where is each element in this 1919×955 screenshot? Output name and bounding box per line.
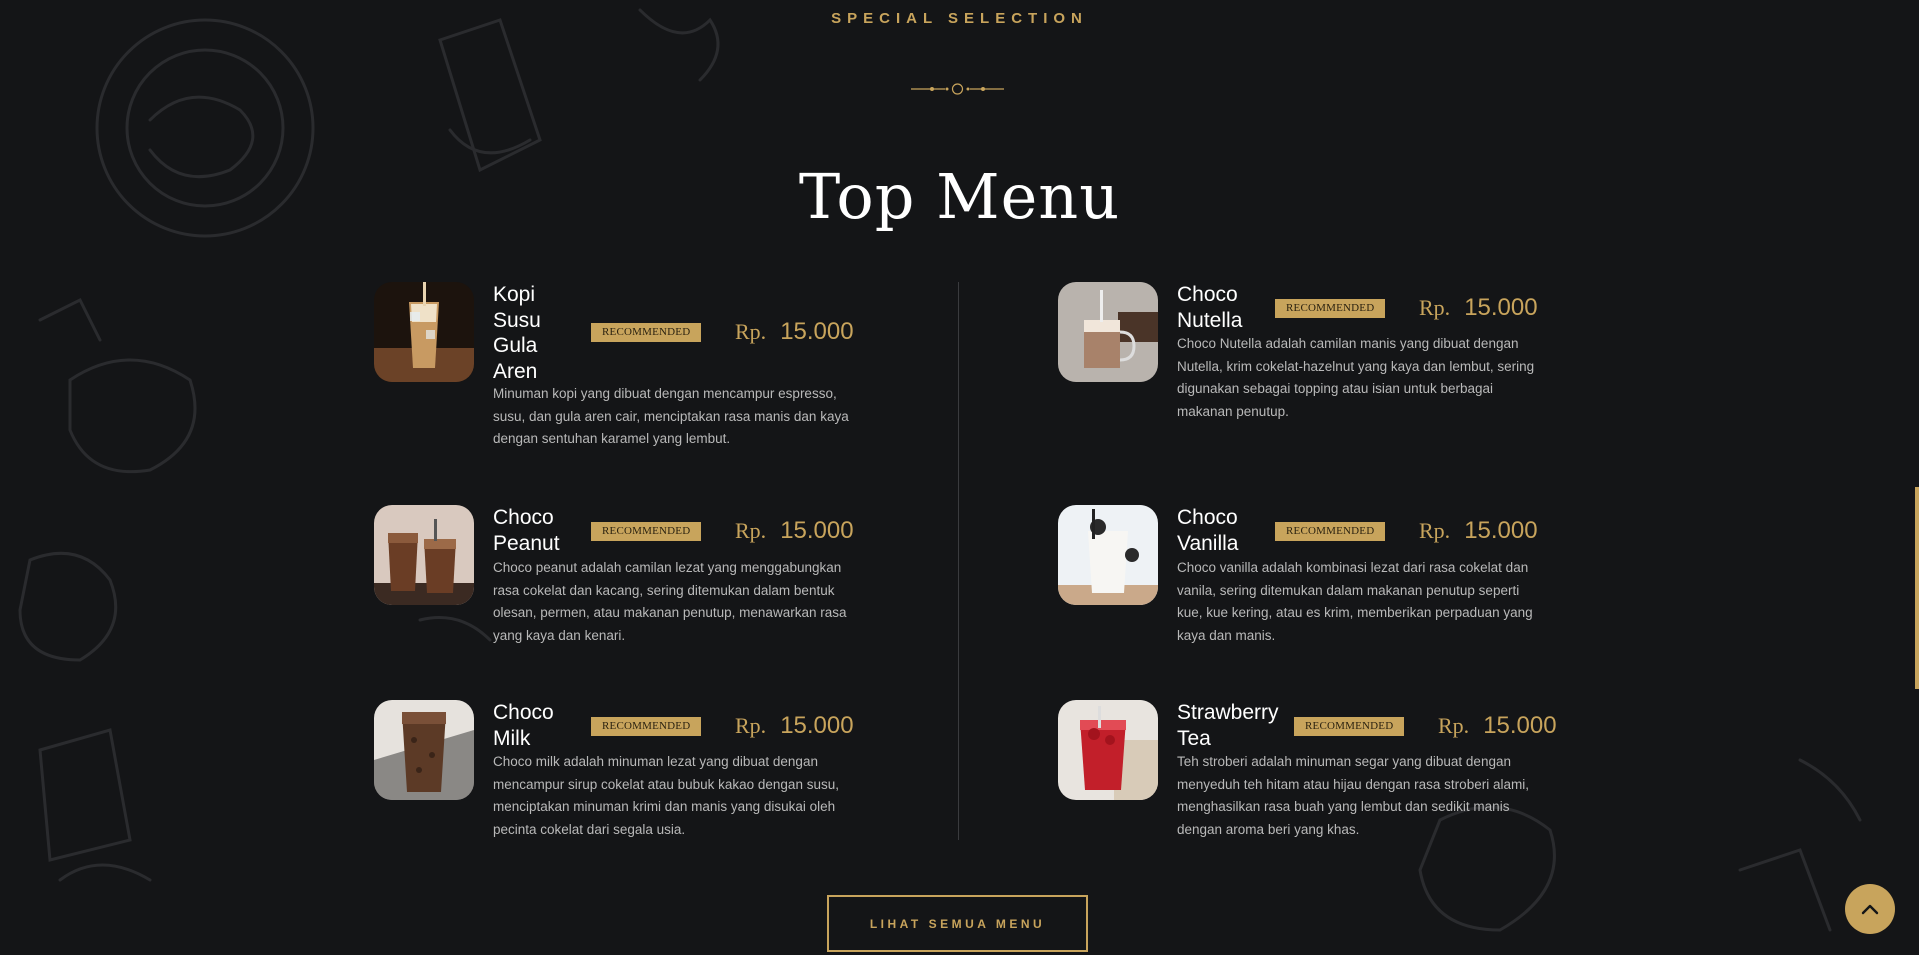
price-currency: Rp.: [735, 713, 767, 738]
view-all-menu-button[interactable]: LIHAT SEMUA MENU: [827, 895, 1088, 952]
menu-item-image: [1058, 700, 1158, 800]
price-currency: Rp.: [735, 319, 767, 344]
menu-item-name: Strawberry Tea: [1177, 701, 1279, 750]
menu-item-description: Teh stroberi adalah minuman segar yang d…: [1177, 754, 1529, 837]
price-value: 15.000: [780, 318, 854, 345]
scroll-to-top-button[interactable]: [1845, 884, 1895, 934]
background-doodles: [18, 8, 1862, 932]
menu-item-description: Choco vanilla adalah kombinasi lezat dar…: [1177, 560, 1533, 643]
recommended-badge: RECOMMENDED: [591, 323, 702, 342]
menu-item-name: Choco Vanilla: [1177, 506, 1239, 555]
recommended-badge: RECOMMENDED: [1294, 717, 1405, 736]
price-value: 15.000: [1483, 712, 1557, 739]
menu-item-name: Kopi Susu Gula Aren: [493, 283, 541, 383]
price-value: 15.000: [780, 712, 854, 739]
menu-item-name: Choco Peanut: [493, 506, 560, 555]
menu-item-description: Minuman kopi yang dibuat dengan mencampu…: [493, 386, 849, 446]
menu-item-description: Choco peanut adalah camilan lezat yang m…: [493, 560, 847, 643]
menu-item-price: Rp. 15.000: [735, 318, 854, 346]
menu-item-image: [374, 700, 474, 800]
recommended-badge: RECOMMENDED: [1275, 299, 1386, 318]
price-currency: Rp.: [1419, 295, 1451, 320]
menu-item-description: Choco milk adalah minuman lezat yang dib…: [493, 754, 839, 837]
menu-item-price: Rp. 15.000: [1419, 294, 1538, 322]
section-title: Top Menu: [798, 160, 1121, 233]
menu-item-price: Rp. 15.000: [1419, 517, 1538, 545]
chevron-up-icon: [1861, 904, 1879, 915]
scrollbar-thumb[interactable]: [1915, 487, 1919, 689]
divider-ornament-icon: [911, 83, 1004, 95]
menu-item-price: Rp. 15.000: [1438, 712, 1557, 740]
menu-item-image: [1058, 282, 1158, 382]
price-currency: Rp.: [1419, 518, 1451, 543]
menu-item-image: [374, 282, 474, 382]
menu-item-price: Rp. 15.000: [735, 517, 854, 545]
section-eyebrow: SPECIAL SELECTION: [831, 10, 1088, 27]
menu-item-image: [374, 505, 474, 605]
recommended-badge: RECOMMENDED: [591, 717, 702, 736]
price-value: 15.000: [1464, 294, 1538, 321]
recommended-badge: RECOMMENDED: [1275, 522, 1386, 541]
menu-item-price: Rp. 15.000: [735, 712, 854, 740]
price-value: 15.000: [1464, 517, 1538, 544]
menu-item-description: Choco Nutella adalah camilan manis yang …: [1177, 336, 1535, 419]
price-currency: Rp.: [1438, 713, 1470, 738]
price-currency: Rp.: [735, 518, 767, 543]
menu-item-image: [1058, 505, 1158, 605]
price-value: 15.000: [780, 517, 854, 544]
menu-item-name: Choco Milk: [493, 701, 554, 750]
menu-item-name: Choco Nutella: [1177, 283, 1243, 332]
column-divider: [958, 282, 959, 840]
recommended-badge: RECOMMENDED: [591, 522, 702, 541]
